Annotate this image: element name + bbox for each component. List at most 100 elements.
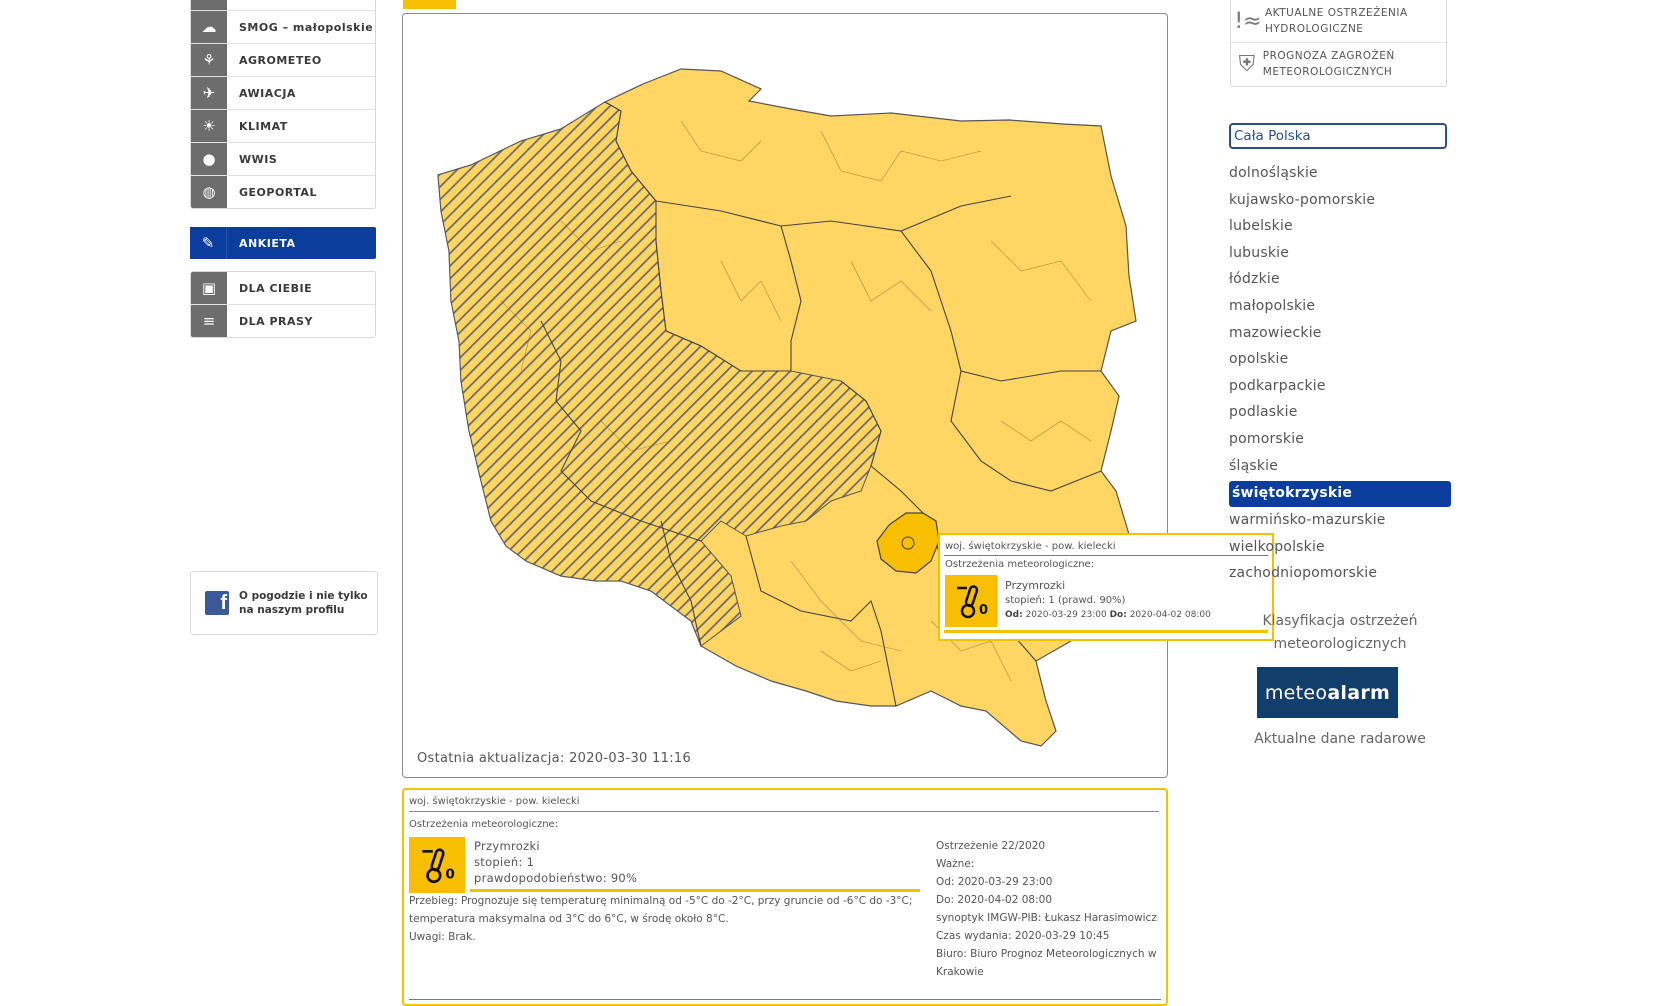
geoportal-globe-icon: ◍	[191, 176, 227, 208]
menu-label: GEOPORTAL	[239, 185, 317, 199]
meteo-threats-label: PROGNOZA ZAGROŻEŃ METEOROLOGICZNYCH	[1262, 50, 1395, 78]
partial-icon	[191, 0, 227, 10]
menu-label: KLIMAT	[239, 119, 288, 133]
left-sidebar: ☁ SMOG – małopolskie ⚘ AGROMETEO ✈ AWIAC…	[190, 0, 376, 338]
detail-issued: Czas wydania: 2020-03-29 10:45	[936, 930, 1110, 942]
menu-item-partial[interactable]	[191, 0, 375, 11]
last-update: Ostatnia aktualizacja: 2020-03-30 11:16	[417, 751, 692, 766]
menu-label: DLA CIEBIE	[239, 281, 313, 295]
gift-icon: ▣	[191, 272, 227, 304]
region-select[interactable]: Cała Polska	[1229, 123, 1447, 149]
svg-text:0: 0	[979, 603, 988, 618]
region-list: dolnośląskie kujawsko-pomorskie lubelski…	[1229, 162, 1451, 589]
press-icon: ≡	[191, 305, 227, 337]
facebook-icon: f	[205, 591, 229, 615]
menu-label: SMOG – małopolskie	[239, 20, 374, 34]
tooltip-warning-level: stopień: 1 (prawd. 90%)	[1005, 595, 1126, 606]
menu-item-geoportal[interactable]: ◍ GEOPORTAL	[191, 176, 375, 208]
radar-link[interactable]: Aktualne dane radarowe	[1229, 731, 1451, 747]
facebook-box[interactable]: f O pogodzie i nie tylko na naszym profi…	[190, 571, 378, 635]
meteoalarm-button[interactable]: meteo alarm	[1257, 667, 1398, 718]
detail-remarks: Uwagi: Brak.	[409, 931, 476, 943]
detail-from: Od: 2020-03-29 23:00	[936, 876, 1053, 888]
tooltip-dates: Od: 2020-03-29 23:00 Do: 2020-04-02 08:0…	[1005, 608, 1211, 623]
warning-map: Ostatnia aktualizacja: 2020-03-30 11:16	[402, 13, 1168, 778]
frost-thermometer-icon: 0	[945, 575, 997, 627]
detail-warning-level: stopień: 1	[474, 855, 535, 869]
region-item[interactable]: zachodniopomorskie	[1229, 562, 1451, 589]
region-item[interactable]: podlaskie	[1229, 401, 1451, 428]
menu-label: DLA PRASY	[239, 314, 313, 328]
wheat-icon: ⚘	[191, 44, 227, 76]
meteoalarm-text-a: meteo	[1264, 681, 1328, 704]
survey-icon: ✎	[190, 227, 227, 259]
tooltip-from-label: Od:	[1005, 610, 1023, 620]
detail-header: woj. świętokrzyskie - pow. kielecki	[409, 796, 1159, 812]
region-item[interactable]: pomorskie	[1229, 428, 1451, 455]
tooltip-to-value: 2020-04-02 08:00	[1129, 610, 1211, 620]
region-item[interactable]: małopolskie	[1229, 295, 1451, 322]
menu-item-klimat[interactable]: ☀ KLIMAT	[191, 110, 375, 143]
menu-item-ankieta[interactable]: ✎ ANKIETA	[190, 227, 376, 259]
detail-metadata: Ostrzeżenie 22/2020 Ważne: Od: 2020-03-2…	[936, 837, 1161, 981]
menu-item-wwis[interactable]: ● WWIS	[191, 143, 375, 176]
tooltip-subheader: Ostrzeżenia meteorologiczne:	[945, 559, 1095, 570]
classification-link[interactable]: Klasyfikacja ostrzeżeń meteorologicznych	[1229, 610, 1451, 656]
poland-map[interactable]	[403, 14, 1166, 776]
detail-description: Przebieg: Prognozuje się temperaturę min…	[409, 892, 919, 946]
tooltip-info: Przymrozki stopień: 1 (prawd. 90%) Od: 2…	[1005, 578, 1211, 627]
tooltip-to-label: Do:	[1109, 610, 1127, 620]
tooltip-warning: 0 Przymrozki stopień: 1 (prawd. 90%) Od:…	[945, 575, 1272, 627]
menu-label: AGROMETEO	[239, 53, 322, 67]
warning-detail-panel: woj. świętokrzyskie - pow. kielecki Ostr…	[402, 788, 1168, 1006]
region-item-active[interactable]: świętokrzyskie	[1229, 481, 1451, 508]
region-item[interactable]: łódzkie	[1229, 268, 1451, 295]
active-tab-indicator[interactable]	[403, 0, 456, 9]
region-item[interactable]: lubelskie	[1229, 215, 1451, 242]
menu-item-dla-ciebie[interactable]: ▣ DLA CIEBIE	[191, 272, 375, 305]
smog-icon: ☁	[191, 11, 227, 43]
detail-probability: prawdopodobieństwo: 90%	[474, 871, 638, 885]
svg-text:0: 0	[445, 867, 455, 883]
region-item[interactable]: lubuskie	[1229, 242, 1451, 269]
detail-warning-number: Ostrzeżenie 22/2020	[936, 840, 1046, 852]
facebook-text-line1: O pogodzie i nie tylko	[239, 590, 368, 602]
region-item[interactable]: mazowieckie	[1229, 322, 1451, 349]
region-item[interactable]: warmińsko-mazurskie	[1229, 509, 1451, 536]
detail-subheader: Ostrzeżenia meteorologiczne:	[409, 819, 559, 830]
detail-warning-info: Przymrozki stopień: 1 prawdopodobieństwo…	[474, 838, 637, 886]
menu-label: AWIACJA	[239, 86, 296, 100]
region-item[interactable]: opolskie	[1229, 348, 1451, 375]
kielce-city[interactable]	[901, 536, 915, 550]
detail-course: Przebieg: Prognozuje się temperaturę min…	[409, 895, 913, 925]
region-item[interactable]: podkarpackie	[1229, 375, 1451, 402]
detail-warning-name: Przymrozki	[474, 839, 540, 853]
sun-icon: ☀	[191, 110, 227, 142]
tooltip-header: woj. świętokrzyskie - pow. kielecki	[944, 535, 1268, 556]
region-item[interactable]: kujawsko-pomorskie	[1229, 189, 1451, 216]
hydro-warning-icon: !≈	[1234, 8, 1262, 34]
menu-label: WWIS	[239, 152, 278, 166]
facebook-text-line2: na naszym profilu	[239, 604, 345, 616]
shield-warning-icon: ⛨	[1238, 51, 1256, 77]
menu-item-smog[interactable]: ☁ SMOG – małopolskie	[191, 11, 375, 44]
tooltip-warning-name: Przymrozki	[1005, 579, 1066, 592]
facebook-text: O pogodzie i nie tylko na naszym profilu	[239, 589, 368, 617]
meteo-threats-link[interactable]: ⛨ PROGNOZA ZAGROŻEŃ METEOROLOGICZNYCH	[1231, 43, 1446, 85]
globe-icon: ●	[191, 143, 227, 175]
info-menu: ▣ DLA CIEBIE ≡ DLA PRASY	[190, 271, 376, 338]
warnings-links-box: !≈ AKTUALNE OSTRZEŻENIA HYDROLOGICZNE ⛨ …	[1230, 0, 1447, 87]
hydro-warnings-label: AKTUALNE OSTRZEŻENIA HYDROLOGICZNE	[1265, 7, 1408, 35]
menu-item-agrometeo[interactable]: ⚘ AGROMETEO	[191, 44, 375, 77]
menu-item-awiacja[interactable]: ✈ AWIACJA	[191, 77, 375, 110]
detail-valid-label: Ważne:	[936, 858, 975, 870]
frost-thermometer-icon: 0	[409, 837, 465, 893]
region-item[interactable]: wielkopolskie	[1229, 536, 1451, 563]
hydro-warnings-link[interactable]: !≈ AKTUALNE OSTRZEŻENIA HYDROLOGICZNE	[1231, 0, 1446, 43]
menu-item-dla-prasy[interactable]: ≡ DLA PRASY	[191, 305, 375, 337]
services-menu: ☁ SMOG – małopolskie ⚘ AGROMETEO ✈ AWIAC…	[190, 0, 376, 209]
county-tooltip: woj. świętokrzyskie - pow. kielecki Ostr…	[938, 533, 1274, 641]
detail-to: Do: 2020-04-02 08:00	[936, 894, 1053, 906]
region-item[interactable]: dolnośląskie	[1229, 162, 1451, 189]
region-item[interactable]: śląskie	[1229, 455, 1451, 482]
